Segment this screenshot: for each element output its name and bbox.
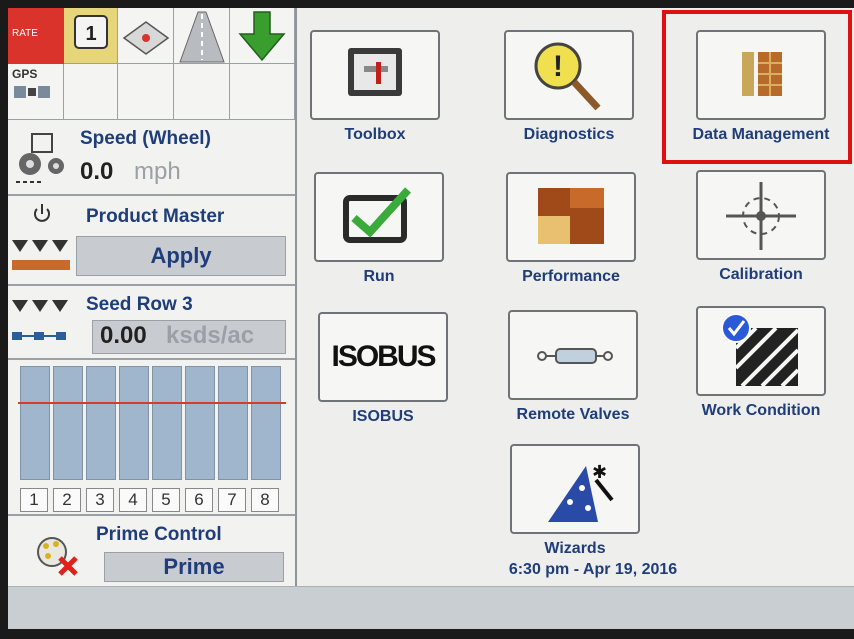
data-management-highlight-box: [662, 10, 852, 164]
speed-title: Speed (Wheel): [80, 128, 211, 149]
remote-valves-label: Remote Valves: [516, 406, 630, 423]
run-label: Run: [363, 268, 395, 285]
crosshair-icon: [696, 170, 826, 260]
prime-control-section: Prime Control Prime: [8, 514, 295, 586]
isobus-icon: ISOBUS: [318, 312, 448, 402]
row-number[interactable]: 5: [152, 488, 180, 512]
map-book-cell[interactable]: [118, 8, 174, 64]
speed-section[interactable]: Speed (Wheel) 0.0 mph: [8, 120, 295, 196]
road-cell[interactable]: [174, 8, 230, 64]
empty-cell: [118, 64, 174, 120]
counter-icon: 1: [74, 15, 108, 49]
seed-row-unit: ksds/ac: [166, 322, 255, 349]
speed-unit: mph: [134, 158, 181, 185]
seed-flow-icon: [12, 332, 66, 340]
download-cell[interactable]: [230, 8, 295, 64]
row-bar: [53, 366, 83, 480]
row-number[interactable]: 1: [20, 488, 48, 512]
seed-row-title: Seed Row 3: [86, 294, 193, 315]
seed-row-section[interactable]: Seed Row 3 0.00 ksds/ac: [8, 286, 295, 360]
row-bar: [251, 366, 281, 480]
work-condition-label: Work Condition: [701, 402, 821, 419]
prime-control-title: Prime Control: [96, 524, 222, 545]
row-bar: [86, 366, 116, 480]
row-number[interactable]: 2: [53, 488, 81, 512]
diagnostics-label: Diagnostics: [523, 126, 615, 143]
row-number[interactable]: 8: [251, 488, 279, 512]
power-icon: [34, 204, 50, 222]
performance-label: Performance: [522, 268, 620, 285]
row-bar: [185, 366, 215, 480]
rate-badge: RATE: [8, 8, 64, 64]
green-down-arrow-icon: [238, 11, 286, 62]
svg-text:!: !: [553, 50, 563, 83]
performance-grid-icon: [506, 172, 636, 262]
row-bar: [218, 366, 248, 480]
row-bar: [152, 366, 182, 480]
calibration-label: Calibration: [719, 266, 803, 283]
svg-text:1: 1: [85, 23, 96, 45]
apply-button[interactable]: Apply: [76, 236, 286, 276]
wizard-hat-icon: ✱: [510, 444, 640, 534]
row-bar: [119, 366, 149, 480]
toolbox-icon: [310, 30, 440, 120]
prime-meter-icon: [37, 537, 78, 576]
cylinder-icon: [508, 310, 638, 400]
rate-cell[interactable]: RATE: [8, 8, 64, 64]
road-icon: [179, 11, 225, 63]
left-status-panel: RATE 1 GPS Speed (Wheel) 0.0 mph Product…: [8, 8, 297, 586]
empty-cell: [230, 64, 295, 120]
prime-button[interactable]: Prime: [104, 552, 284, 582]
satellite-icon: [14, 86, 50, 98]
date-time-display: 6:30 pm - Apr 19, 2016: [508, 561, 678, 578]
gps-cell[interactable]: GPS: [8, 64, 64, 120]
wizards-label: Wizards: [544, 540, 606, 557]
row-bar-chart[interactable]: [8, 360, 295, 488]
counter-cell[interactable]: 1: [64, 8, 118, 64]
bottom-bar: [8, 586, 854, 629]
isobus-label: ISOBUS: [352, 408, 414, 425]
target-rate-line: [18, 402, 286, 404]
product-master-section: Product Master Apply: [8, 196, 295, 286]
tractor-icon: [16, 133, 64, 183]
work-condition-icon: [696, 306, 826, 396]
checkmark-icon: [314, 172, 444, 262]
magnifier-icon: !: [504, 30, 634, 120]
map-book-icon: [122, 21, 170, 55]
speed-value: 0.0: [80, 158, 114, 185]
status-grid: RATE 1 GPS: [8, 8, 295, 120]
row-number[interactable]: 3: [86, 488, 114, 512]
seed-row-value: 0.00: [100, 322, 147, 349]
row-bar: [20, 366, 50, 480]
seed-row-planter-icon: [12, 300, 68, 312]
empty-cell: [64, 64, 118, 120]
empty-cell: [174, 64, 230, 120]
row-number[interactable]: 6: [185, 488, 213, 512]
svg-text:✱: ✱: [592, 462, 607, 483]
planter-rows-icon: [12, 240, 70, 270]
row-number[interactable]: 4: [119, 488, 147, 512]
product-master-title: Product Master: [86, 206, 225, 227]
row-number[interactable]: 7: [218, 488, 246, 512]
display-screen: RATE 1 GPS Speed (Wheel) 0.0 mph Product…: [8, 8, 854, 629]
toolbox-label: Toolbox: [344, 126, 406, 143]
isobus-logo-text: ISOBUS: [331, 340, 436, 373]
